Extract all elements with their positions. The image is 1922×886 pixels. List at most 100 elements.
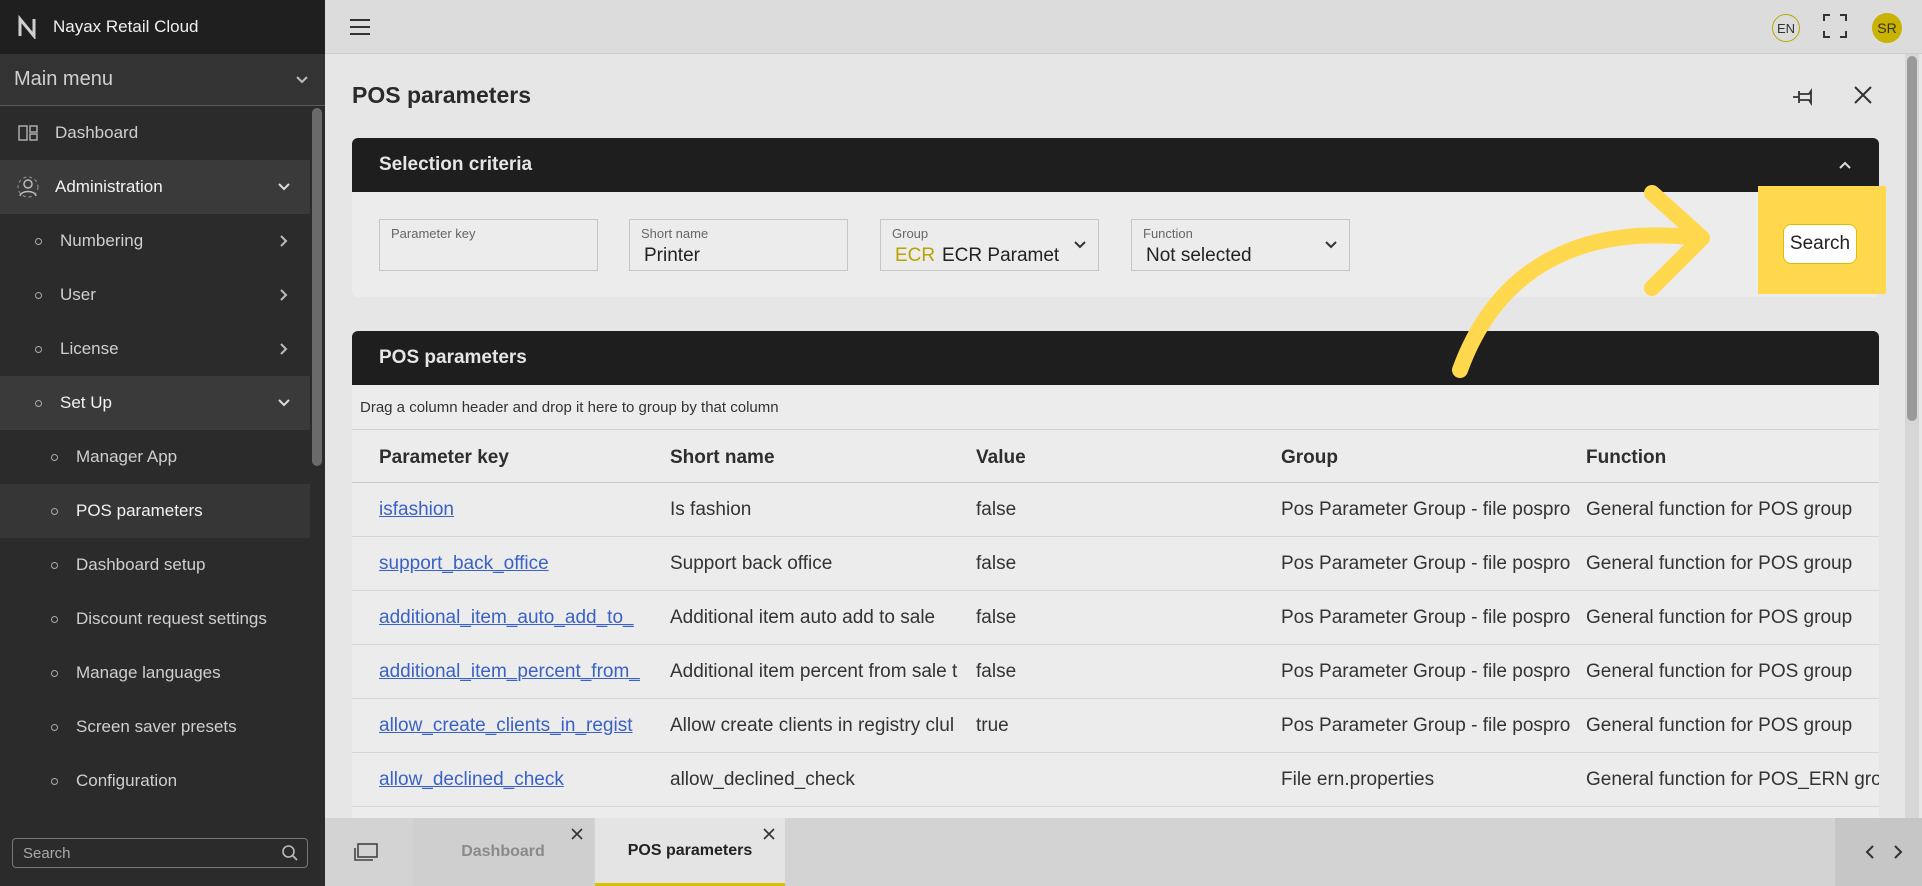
selection-criteria-header[interactable]: Selection criteria — [352, 138, 1879, 192]
sidebar-item-numbering[interactable]: Numbering — [0, 214, 310, 268]
table-cell: Pos Parameter Group - file pospro — [1281, 499, 1571, 520]
column-header[interactable]: Short name — [670, 447, 775, 469]
pos-parameters-grid-header: POS parameters — [352, 331, 1879, 385]
table-cell: File ern.properties — [1281, 769, 1435, 790]
sidebar-item-discount-request-settings[interactable]: Discount request settings — [0, 592, 310, 646]
fullscreen-icon[interactable] — [1822, 13, 1848, 39]
search-button[interactable]: Search — [1783, 224, 1857, 264]
pin-icon[interactable] — [1790, 84, 1816, 110]
table-cell: General function for POS group — [1586, 499, 1853, 520]
column-header[interactable]: Function — [1586, 447, 1666, 469]
hamburger-menu-icon[interactable] — [349, 17, 371, 37]
table-cell: true — [976, 715, 1009, 736]
chevron-right-icon[interactable] — [1891, 844, 1905, 860]
table-cell: General function for POS group — [1586, 661, 1853, 682]
close-icon[interactable] — [1852, 84, 1874, 106]
table-row[interactable]: additional_item_auto_add_to_ Additional … — [352, 591, 1879, 645]
sidebar-item-manage-languages[interactable]: Manage languages — [0, 646, 310, 700]
group-select[interactable]: Group ECR ECR Paramet — [880, 219, 1099, 271]
chevron-down-icon — [278, 399, 290, 407]
sidebar-item-administration[interactable]: Administration — [0, 160, 310, 214]
parameter-key-link[interactable]: isfashion — [379, 499, 659, 521]
sidebar-item-label: Dashboard setup — [76, 555, 206, 574]
bullet-icon — [35, 291, 42, 299]
user-avatar[interactable]: SR — [1872, 13, 1902, 43]
close-tab-icon[interactable] — [571, 828, 583, 840]
column-header[interactable]: Value — [976, 447, 1026, 469]
chevron-down-icon — [1074, 241, 1086, 249]
chevron-left-icon[interactable] — [1863, 844, 1877, 860]
parameter-key-field[interactable]: Parameter key — [379, 219, 598, 271]
group-drop-area[interactable]: Drag a column header and drop it here to… — [352, 385, 1879, 430]
windows-icon[interactable] — [353, 842, 379, 862]
sidebar-item-screen-saver-presets[interactable]: Screen saver presets — [0, 700, 310, 754]
brand-bar: Nayax Retail Cloud — [0, 0, 325, 54]
sidebar-item-label: Set Up — [60, 393, 112, 412]
sidebar-scrollbar[interactable] — [312, 108, 322, 466]
sidebar-item-label: User — [60, 285, 96, 304]
bullet-icon — [51, 507, 58, 515]
tab-pos-parameters[interactable]: POS parameters — [595, 818, 785, 886]
short-name-field[interactable]: Short name Printer — [629, 219, 848, 271]
tab-dashboard[interactable]: Dashboard — [413, 818, 593, 886]
sidebar-item-label: POS parameters — [76, 501, 203, 520]
function-select[interactable]: Function Not selected — [1131, 219, 1350, 271]
field-value: ECR Paramet — [942, 245, 1060, 266]
column-header[interactable]: Group — [1281, 447, 1338, 469]
chevron-right-icon — [280, 289, 288, 301]
sidebar-item-configuration[interactable]: Configuration — [0, 754, 310, 808]
chevron-down-icon — [296, 75, 308, 83]
table-cell: false — [976, 499, 1017, 520]
tab-navigation — [1835, 818, 1922, 886]
sidebar-item-label: Discount request settings — [76, 609, 267, 628]
grid-column-headers: Parameter key Short name Value Group Fun… — [352, 430, 1879, 483]
field-value: Not selected — [1146, 245, 1252, 266]
scrollbar-thumb[interactable] — [1907, 56, 1917, 421]
table-cell: Support back office — [670, 553, 833, 574]
parameter-key-link[interactable]: additional_item_percent_from_ — [379, 661, 659, 683]
table-row[interactable]: allow_declined_check allow_declined_chec… — [352, 753, 1879, 807]
sidebar-item-label: Manager App — [76, 447, 178, 466]
parameter-key-link[interactable]: allow_declined_check — [379, 769, 659, 791]
parameter-key-link[interactable]: support_back_office — [379, 553, 659, 575]
sidebar-search-input[interactable] — [23, 844, 273, 862]
sidebar-item-license[interactable]: License — [0, 322, 310, 376]
sidebar-item-dashboard-setup[interactable]: Dashboard setup — [0, 538, 310, 592]
field-label: Short name — [641, 226, 709, 241]
table-row[interactable]: allow_create_clients_in_regist Allow cre… — [352, 699, 1879, 753]
parameter-key-link[interactable]: additional_item_auto_add_to_ — [379, 607, 659, 629]
table-cell: false — [976, 661, 1017, 682]
close-tab-icon[interactable] — [763, 828, 775, 840]
pos-parameters-grid: Drag a column header and drop it here to… — [352, 385, 1879, 818]
search-icon[interactable] — [281, 844, 299, 862]
table-row[interactable]: isfashion Is fashion false Pos Parameter… — [352, 483, 1879, 537]
chevron-up-icon[interactable] — [1837, 157, 1853, 173]
chevron-down-icon — [1325, 241, 1337, 249]
sidebar-item-pos-parameters[interactable]: POS parameters — [0, 484, 310, 538]
table-row[interactable]: support_back_office Support back office … — [352, 537, 1879, 591]
bullet-icon — [51, 777, 58, 785]
bullet-icon — [35, 345, 42, 353]
table-cell: Pos Parameter Group - file pospro — [1281, 553, 1571, 574]
table-cell: General function for POS group — [1586, 715, 1853, 736]
parameter-key-link[interactable]: allow_create_clients_in_regist — [379, 715, 659, 737]
main-menu-toggle[interactable]: Main menu — [0, 54, 325, 106]
sidebar-item-manager-app[interactable]: Manager App — [0, 430, 310, 484]
bullet-icon — [51, 453, 58, 461]
sidebar-item-label: Configuration — [76, 771, 178, 790]
sidebar-item-dashboard[interactable]: Dashboard — [0, 106, 310, 160]
bottom-tab-bar: Dashboard POS parameters — [325, 818, 1922, 886]
table-row[interactable]: additional_item_percent_from_ Additional… — [352, 645, 1879, 699]
column-header[interactable]: Parameter key — [379, 447, 509, 469]
table-cell: Is fashion — [670, 499, 752, 520]
sidebar-item-user[interactable]: User — [0, 268, 310, 322]
sidebar-item-setup[interactable]: Set Up — [0, 376, 310, 430]
page-title: POS parameters — [352, 82, 531, 108]
language-selector[interactable]: EN — [1772, 14, 1800, 42]
field-label: Parameter key — [391, 226, 476, 241]
main-scrollbar[interactable] — [1905, 54, 1919, 886]
table-cell: Additional item auto add to sale — [670, 607, 936, 628]
brand-name: Nayax Retail Cloud — [53, 17, 199, 36]
main-menu-label: Main menu — [14, 68, 113, 90]
field-label: Function — [1143, 226, 1193, 241]
